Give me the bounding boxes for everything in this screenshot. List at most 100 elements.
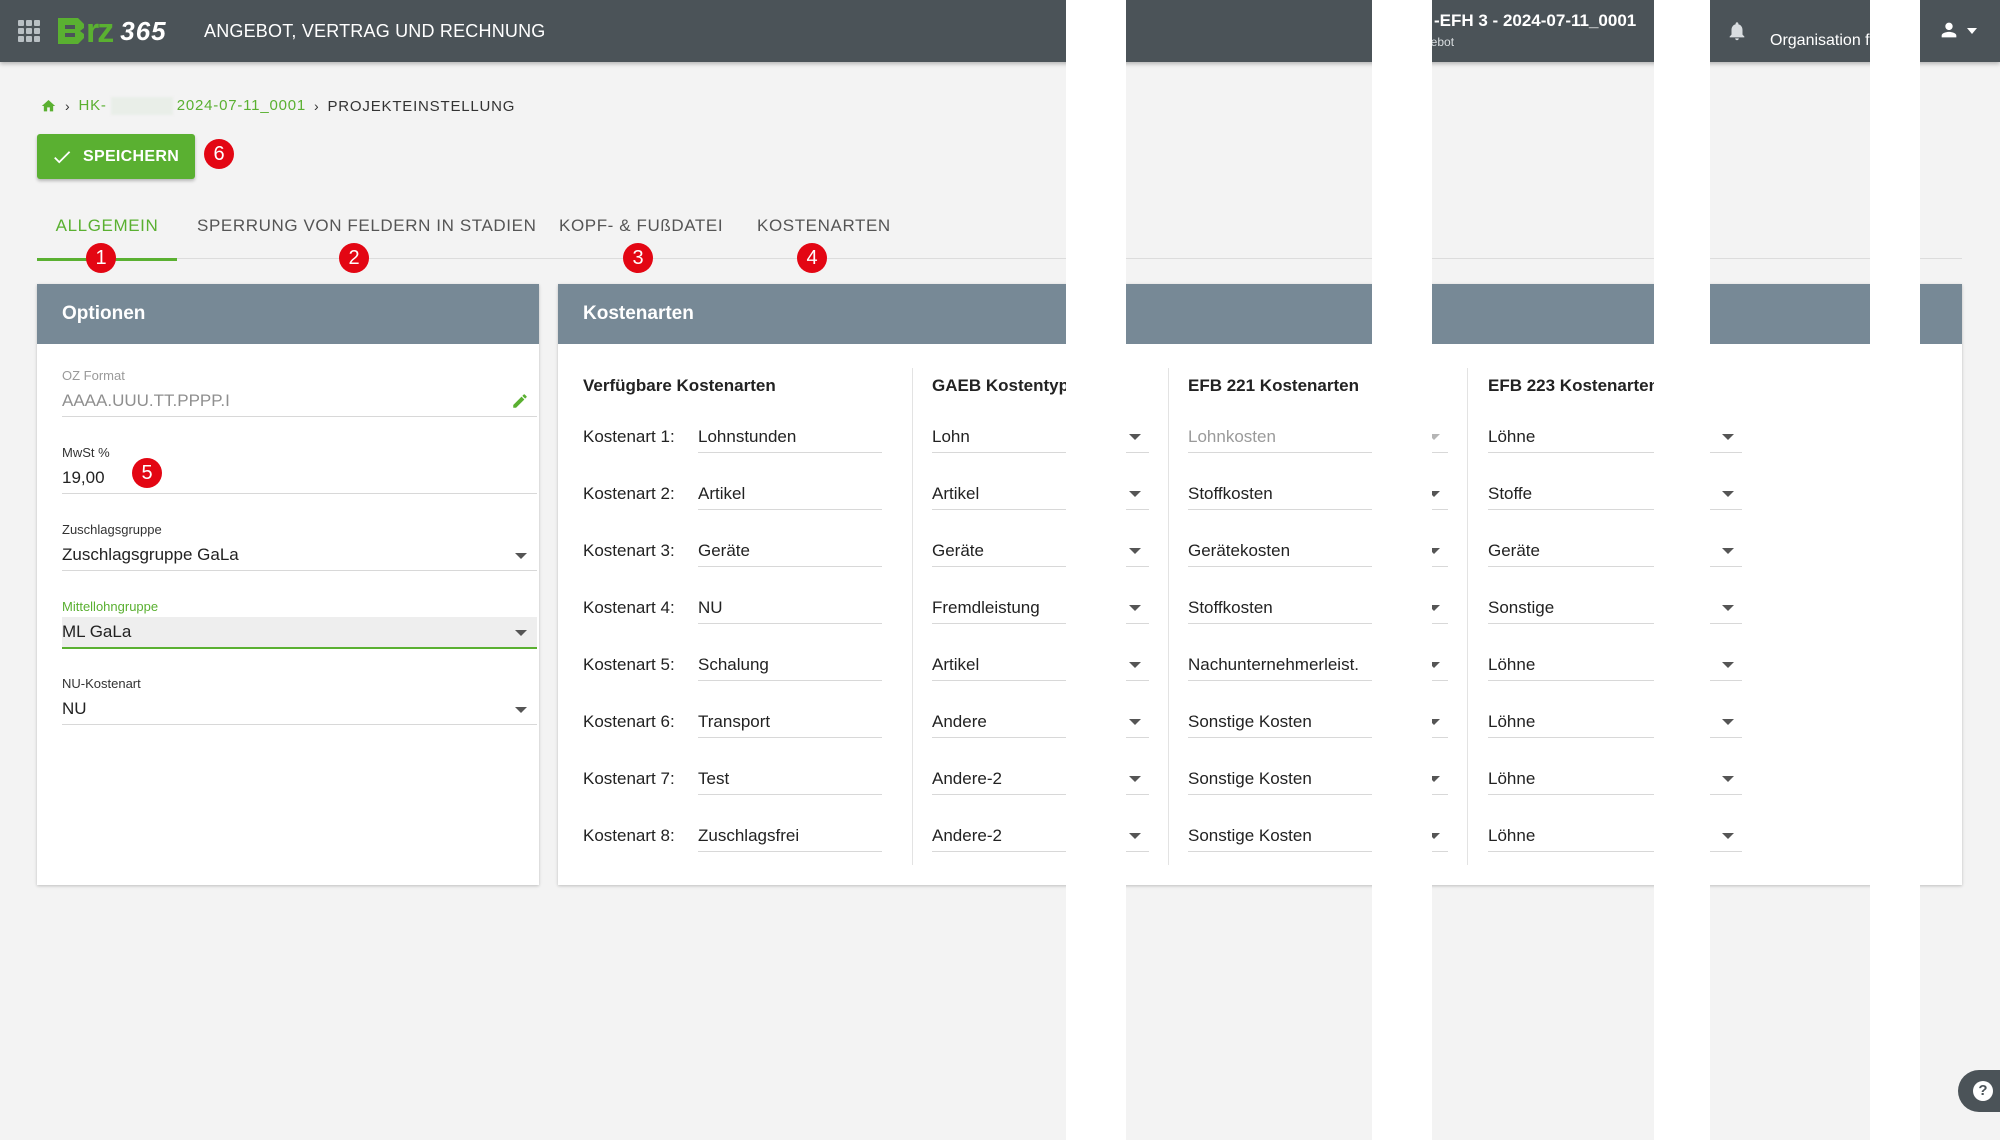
- annotation-marker-2: 2: [339, 243, 369, 273]
- chevron-down-icon[interactable]: [1129, 491, 1141, 497]
- chevron-down-icon[interactable]: [515, 707, 527, 713]
- kostenart-row-label: Kostenart 8:: [583, 826, 675, 845]
- nu-kostenart-value: NU: [62, 699, 87, 718]
- project-selector-title[interactable]: -EFH 3 - 2024-07-11_0001: [1434, 11, 1636, 31]
- logo-number: 365: [120, 15, 167, 46]
- oz-format-text: AAAA.UUU.TT.PPPP.I: [62, 391, 230, 410]
- gaeb-kostentyp-value: Lohn: [932, 427, 970, 446]
- column-divider: [1168, 368, 1169, 865]
- user-menu-chevron-icon[interactable]: [1967, 28, 1977, 34]
- help-button[interactable]: ?: [1958, 1070, 2000, 1112]
- zuschlagsgruppe-select[interactable]: Zuschlagsgruppe GaLa: [62, 540, 537, 571]
- kostenart-name-input[interactable]: NU: [698, 593, 882, 624]
- breadcrumb-project-link[interactable]: HK- 2024-07-11_0001: [78, 97, 306, 116]
- annotation-marker-4: 4: [797, 243, 827, 273]
- kostenart-name-input[interactable]: Geräte: [698, 536, 882, 567]
- kostenart-name-input[interactable]: Artikel: [698, 479, 882, 510]
- options-card-title: Optionen: [37, 284, 539, 344]
- chevron-down-icon[interactable]: [1129, 833, 1141, 839]
- nu-kostenart-select[interactable]: NU: [62, 694, 537, 725]
- app-launcher-icon[interactable]: [18, 20, 40, 42]
- oz-format-field[interactable]: OZ Format AAAA.UUU.TT.PPPP.I: [62, 368, 537, 417]
- column-header-efb223: EFB 223 Kostenarten: [1488, 376, 1659, 395]
- efb221-kostenart-value: Sonstige Kosten: [1188, 769, 1312, 788]
- chevron-down-icon[interactable]: [1722, 833, 1734, 839]
- efb223-kostenart-value: Löhne: [1488, 655, 1536, 674]
- oz-format-value[interactable]: AAAA.UUU.TT.PPPP.I: [62, 386, 537, 417]
- kostenart-name-input[interactable]: Lohnstunden: [698, 422, 882, 453]
- chevron-down-icon[interactable]: [1722, 662, 1734, 668]
- notification-bell-icon[interactable]: [1726, 19, 1748, 43]
- kostenart-row-label: Kostenart 1:: [583, 427, 675, 446]
- gaeb-kostentyp-value: Andere: [932, 712, 987, 731]
- logo-letters: rz: [86, 11, 114, 50]
- redacted-blur: [110, 97, 173, 116]
- tab-label: ALLGEMEIN: [55, 216, 159, 235]
- breadcrumb-project-prefix[interactable]: HK-: [78, 97, 106, 114]
- efb223-kostenart-value: Sonstige: [1488, 598, 1555, 617]
- gaeb-kostentyp-value: Andere-2: [932, 826, 1002, 845]
- breadcrumb-project-suffix[interactable]: 2024-07-11_0001: [177, 97, 306, 114]
- nu-kostenart-field[interactable]: NU-Kostenart NU: [62, 676, 537, 725]
- chevron-down-icon[interactable]: [515, 630, 527, 636]
- zuschlagsgruppe-value: Zuschlagsgruppe GaLa: [62, 545, 239, 564]
- column-header-available: Verfügbare Kostenarten: [583, 376, 776, 395]
- kostenart-row-label: Kostenart 5:: [583, 655, 675, 674]
- kostenart-name-input[interactable]: Zuschlagsfrei: [698, 821, 882, 852]
- annotation-marker-1: 1: [86, 243, 116, 273]
- annotation-marker-6: 6: [204, 139, 234, 169]
- tab-label: SPERRUNG VON FELDERN IN STADIEN: [197, 216, 537, 235]
- kostenart-row-label: Kostenart 7:: [583, 769, 675, 788]
- mittellohngruppe-select[interactable]: ML GaLa: [62, 617, 537, 649]
- torn-edge-decoration: [1654, 0, 1710, 1140]
- brz-logo[interactable]: rz 365: [58, 11, 167, 50]
- chevron-down-icon[interactable]: [1722, 719, 1734, 725]
- efb221-kostenart-value: Lohnkosten: [1188, 427, 1276, 446]
- help-question-icon: ?: [1973, 1081, 1993, 1101]
- kostenart-name-input[interactable]: Test: [698, 764, 882, 795]
- breadcrumb-separator-icon: ›: [314, 98, 320, 114]
- edit-pencil-icon[interactable]: [511, 392, 529, 410]
- efb223-kostenart-value: Löhne: [1488, 769, 1536, 788]
- mittellohngruppe-field[interactable]: Mittellohngruppe ML GaLa: [62, 599, 537, 649]
- home-icon[interactable]: [40, 98, 57, 114]
- annotation-marker-3: 3: [623, 243, 653, 273]
- chevron-down-icon[interactable]: [1129, 776, 1141, 782]
- breadcrumb-current: PROJEKTEINSTELLUNG: [327, 97, 516, 115]
- chevron-down-icon[interactable]: [1129, 719, 1141, 725]
- gaeb-kostentyp-value: Fremdleistung: [932, 598, 1040, 617]
- mittellohngruppe-value: ML GaLa: [62, 622, 132, 641]
- chevron-down-icon[interactable]: [1722, 434, 1734, 440]
- tab-label: KOPF- & FUßDATEI: [559, 216, 724, 235]
- chevron-down-icon[interactable]: [1129, 605, 1141, 611]
- chevron-down-icon[interactable]: [1722, 776, 1734, 782]
- check-icon: [54, 150, 71, 163]
- chevron-down-icon[interactable]: [1722, 605, 1734, 611]
- torn-edge-decoration: [1870, 0, 1920, 1140]
- kostenart-name-input[interactable]: Transport: [698, 707, 882, 738]
- kostenart-row-label: Kostenart 4:: [583, 598, 675, 617]
- efb221-kostenart-value: Sonstige Kosten: [1188, 826, 1312, 845]
- kostenart-name-input[interactable]: Schalung: [698, 650, 882, 681]
- efb223-kostenart-value: Stoffe: [1488, 484, 1533, 503]
- save-button[interactable]: SPEICHERN: [37, 134, 195, 179]
- column-divider: [1467, 368, 1468, 865]
- gaeb-kostentyp-value: Geräte: [932, 541, 984, 560]
- kostenart-row-label: Kostenart 3:: [583, 541, 675, 560]
- gaeb-kostentyp-value: Artikel: [932, 655, 980, 674]
- chevron-down-icon[interactable]: [1722, 548, 1734, 554]
- chevron-down-icon[interactable]: [515, 553, 527, 559]
- chevron-down-icon[interactable]: [1129, 662, 1141, 668]
- torn-edge-decoration: [1066, 0, 1126, 1140]
- chevron-down-icon[interactable]: [1129, 434, 1141, 440]
- gaeb-kostentyp-value: Andere-2: [932, 769, 1002, 788]
- gaeb-kostentyp-value: Artikel: [932, 484, 980, 503]
- zuschlagsgruppe-field[interactable]: Zuschlagsgruppe Zuschlagsgruppe GaLa: [62, 522, 537, 571]
- efb221-kostenart-value: Sonstige Kosten: [1188, 712, 1312, 731]
- options-card: Optionen OZ Format AAAA.UUU.TT.PPPP.I Mw…: [37, 284, 539, 885]
- chevron-down-icon[interactable]: [1129, 548, 1141, 554]
- chevron-down-icon[interactable]: [1722, 491, 1734, 497]
- user-account-icon[interactable]: [1938, 19, 1960, 41]
- annotation-marker-5: 5: [132, 458, 162, 488]
- column-divider: [912, 368, 913, 865]
